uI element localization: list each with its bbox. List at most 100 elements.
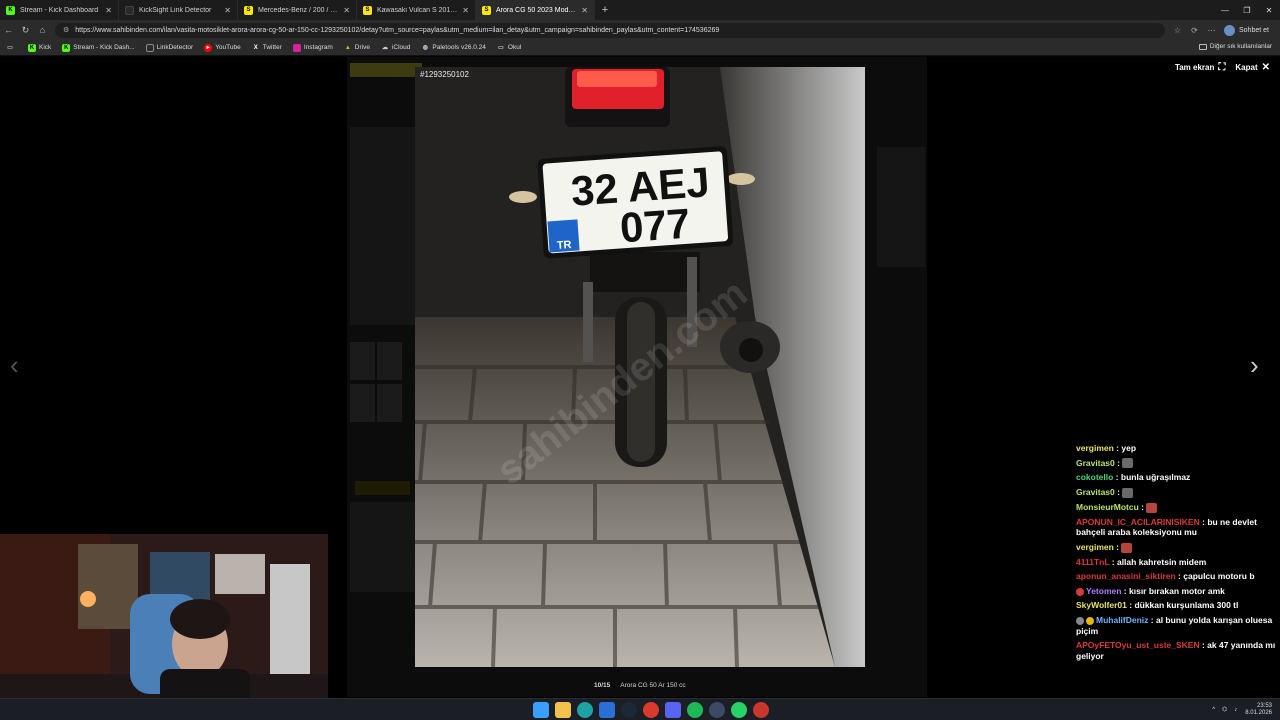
extensions-icon[interactable]: ⟳ <box>1186 26 1203 35</box>
listing-number: #1293250102 <box>420 70 469 79</box>
close-lightbox-button[interactable]: Kapat ✕ <box>1235 62 1270 73</box>
discord-icon[interactable] <box>665 702 681 718</box>
bookmark-drive[interactable]: ▲ Drive <box>344 44 370 52</box>
prev-photo-button[interactable]: ‹ <box>10 350 19 381</box>
close-icon[interactable]: ✕ <box>224 6 231 15</box>
edge-icon[interactable] <box>577 702 593 718</box>
clock-date: 8.01.2026 <box>1245 709 1272 716</box>
bookmark-label: iCloud <box>391 44 411 51</box>
cat-emote-icon <box>1122 487 1134 498</box>
chevron-up-icon[interactable]: ^ <box>1212 707 1215 713</box>
bookmark-okul[interactable]: ▭ Okul <box>497 44 521 52</box>
tab-arora[interactable]: S Arora CG 50 2023 Model Sport Tu ✕ <box>476 0 595 20</box>
other-bookmarks[interactable]: Diğer sık kullanılanlar <box>1198 43 1272 50</box>
chat-username[interactable]: vergimen <box>1076 443 1114 453</box>
tab-kicksight[interactable]: KickSight Link Detector ✕ <box>119 0 238 20</box>
tab-kawasaki[interactable]: S Kawasaki Vulcan S 2016 Model Cr ✕ <box>357 0 476 20</box>
photo-caption: 10/15 Arora CG 50 Ar 150 cc <box>594 682 686 689</box>
whatsapp-icon[interactable] <box>731 702 747 718</box>
clock[interactable]: 23:53 8.01.2026 <box>1245 703 1272 716</box>
browser-icon[interactable] <box>643 702 659 718</box>
chat-message: Gravitas0 : <box>1076 458 1280 469</box>
chat-username[interactable]: cokotello <box>1076 472 1113 482</box>
badge-icon <box>1076 616 1084 625</box>
start-icon[interactable] <box>533 702 549 718</box>
chat-message: APONUN_IC_ACILARINISIKEN : bu ne devlet … <box>1076 516 1257 538</box>
site-info-icon[interactable]: ⚙ <box>63 26 69 34</box>
spotify-icon[interactable] <box>687 702 703 718</box>
close-icon[interactable]: ✕ <box>581 6 588 15</box>
bookmark-label: Twitter <box>262 44 282 51</box>
url-field[interactable]: ⚙ https://www.sahibinden.com/ilan/vasita… <box>55 22 1165 38</box>
bookmark-stream-kick[interactable]: K Stream - Kick Dash... <box>62 43 135 52</box>
new-tab-button[interactable]: + <box>595 0 615 20</box>
chat-message: vergimen : <box>1076 542 1280 553</box>
fullscreen-label: Tam ekran <box>1174 63 1215 72</box>
chat-message: cokotello : bunla uğraşılmaz <box>1076 472 1191 483</box>
chat-button[interactable]: Sohbet et <box>1224 24 1269 36</box>
steam-icon[interactable] <box>621 702 637 718</box>
bookmark-kick[interactable]: K Kick <box>28 43 51 52</box>
tab-kick-dashboard[interactable]: K Stream - Kick Dashboard ✕ <box>0 0 119 20</box>
close-icon[interactable]: ✕ <box>343 6 350 15</box>
kick-icon: K <box>28 43 36 52</box>
store-icon[interactable] <box>599 702 615 718</box>
url-actions: ☆ ⟳ ⋯ <box>1169 26 1220 35</box>
bookmark-paletools[interactable]: ◍ Paletools v26.0.24 <box>421 44 486 52</box>
fullscreen-button[interactable]: Tam ekran ⛶ <box>1175 62 1225 73</box>
plate-line-2: 077 <box>618 200 691 252</box>
bookmark-label: Stream - Kick Dash... <box>73 44 135 51</box>
chat-username[interactable]: MonsieurMotcu <box>1076 502 1139 512</box>
minimize-icon[interactable]: — <box>1214 0 1236 20</box>
menu-icon[interactable]: ⋯ <box>1203 26 1220 35</box>
back-icon[interactable]: ← <box>0 20 17 40</box>
bookmark-instagram[interactable]: Instagram <box>292 43 333 52</box>
url-text: https://www.sahibinden.com/ilan/vasita-m… <box>75 26 720 34</box>
chat-username[interactable]: vergimen <box>1076 542 1114 552</box>
photo-title: Arora CG 50 Ar 150 cc <box>620 682 686 689</box>
file-explorer-icon[interactable] <box>555 702 571 718</box>
reload-icon[interactable]: ↻ <box>17 20 34 40</box>
next-photo-button[interactable]: › <box>1250 350 1259 381</box>
system-tray: ^ ⌬ ♪ 23:53 8.01.2026 <box>1205 703 1272 716</box>
chat-username[interactable]: MuhalifDeniz <box>1096 615 1148 625</box>
chat-message: SkyWolfer01 : dükkan kurşunlama 300 tl <box>1076 600 1239 611</box>
webcam-feed <box>0 534 328 720</box>
cat-emote-icon <box>1122 458 1134 469</box>
chat-text: dükkan kurşunlama 300 tl <box>1134 600 1239 611</box>
maximize-icon[interactable]: ❐ <box>1236 0 1258 20</box>
chat-username[interactable]: SkyWolfer01 <box>1076 600 1127 610</box>
chat-text: allah kahretsin midem <box>1116 556 1207 567</box>
star-icon[interactable]: ☆ <box>1169 26 1186 35</box>
bookmark-youtube[interactable]: ▸ YouTube <box>204 43 241 52</box>
home-icon[interactable]: ⌂ <box>34 20 51 40</box>
tab-label: Mercedes-Benz / 200 / 200 E / UC <box>258 6 339 14</box>
bookmark-icloud[interactable]: ☁ iCloud <box>381 44 410 52</box>
bookmark-twitter[interactable]: X Twitter <box>252 44 282 52</box>
sahibinden-icon: S <box>244 5 253 15</box>
chat-username[interactable]: Gravitas0 <box>1076 458 1115 468</box>
chat-username[interactable]: Yetomen <box>1086 586 1121 596</box>
chat-username[interactable]: APONUN_IC_ACILARINISIKEN <box>1076 517 1200 527</box>
chat-username[interactable]: Gravitas0 <box>1076 487 1115 497</box>
photo-counter: 10/15 <box>594 682 611 689</box>
chat-username[interactable]: APOyFETOyu_ust_uste_SKEN <box>1076 640 1200 650</box>
window-close-icon[interactable]: ✕ <box>1258 0 1280 20</box>
chat-username[interactable]: 4111TnL <box>1076 557 1109 567</box>
tab-label: Stream - Kick Dashboard <box>20 6 99 14</box>
sahibinden-icon: S <box>482 5 491 15</box>
close-icon[interactable]: ✕ <box>462 6 469 15</box>
volume-icon[interactable]: ♪ <box>1234 707 1237 713</box>
clock-time: 23:53 <box>1256 703 1272 709</box>
close-icon[interactable]: ✕ <box>105 6 112 15</box>
bookmark-apps[interactable]: ▭ <box>6 44 17 52</box>
cloud-icon: ☁ <box>381 45 388 51</box>
chat-username[interactable]: aponun_anasini_siktiren <box>1076 571 1176 581</box>
app-icon[interactable] <box>753 702 769 718</box>
obs-icon[interactable] <box>709 702 725 718</box>
streamer-webcam <box>0 534 328 720</box>
bookmark-linkdetector[interactable]: LinkDetector <box>145 43 193 52</box>
tab-mercedes[interactable]: S Mercedes-Benz / 200 / 200 E / UC ✕ <box>238 0 357 20</box>
link-icon <box>145 43 154 52</box>
network-icon[interactable]: ⌬ <box>1222 706 1227 713</box>
